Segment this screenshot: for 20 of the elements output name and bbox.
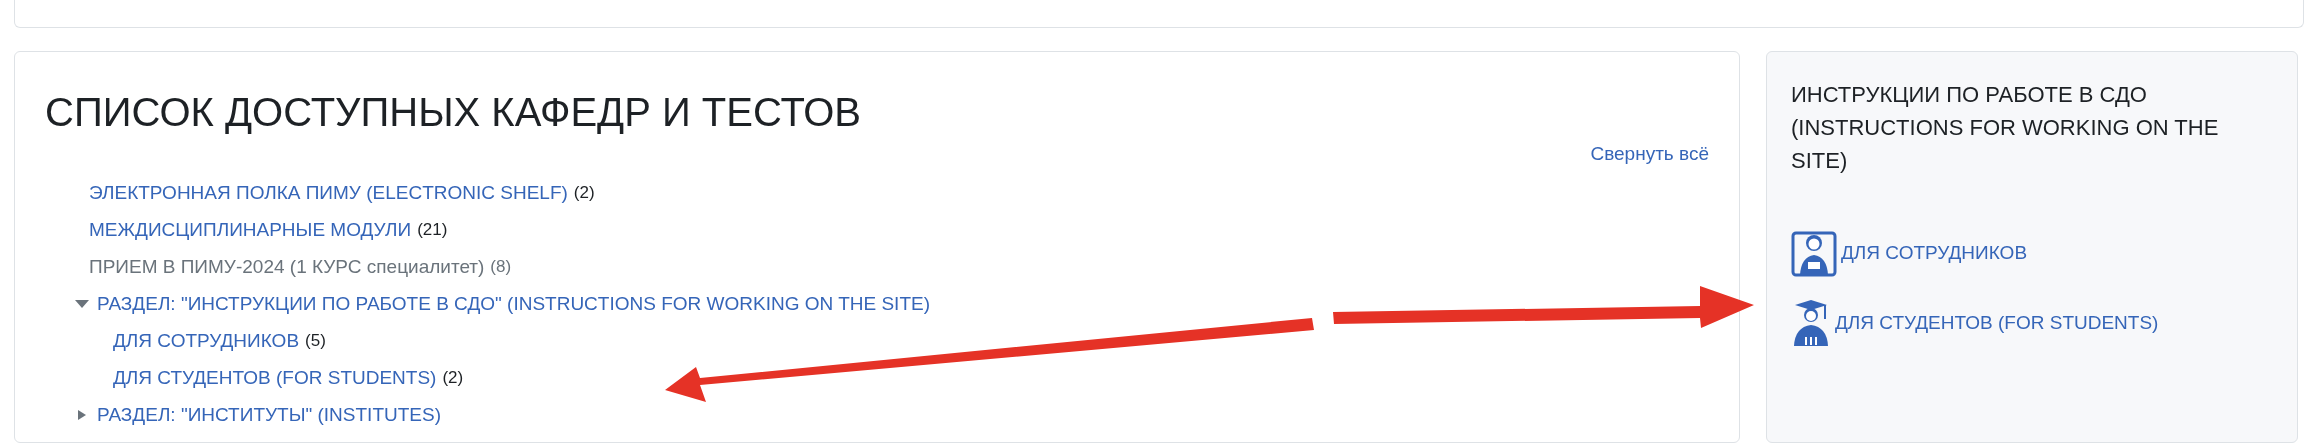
course-count: (2) (442, 367, 464, 390)
category-link[interactable]: ДЛЯ СОТРУДНИКОВ (113, 326, 300, 356)
expanded-icon[interactable] (75, 299, 89, 309)
course-count: (2) (573, 182, 595, 205)
sidebar-link[interactable]: ДЛЯ СТУДЕНТОВ (FOR STUDENTS) (1835, 308, 2159, 338)
course-count: (21) (417, 219, 448, 242)
category-link[interactable]: ПРИЕМ В ПИМУ-2024 (1 КУРС специалитет) (89, 252, 485, 282)
category-link[interactable]: МЕЖДИСЦИПЛИНАРНЫЕ МОДУЛИ (89, 215, 412, 245)
category-link[interactable]: РАЗДЕЛ: "ИНСТРУКЦИИ ПО РАБОТЕ В СДО" (INSTRUCTIONS FOR WORKING ON THE SITE) (97, 289, 930, 319)
block-title: ИНСТРУКЦИИ ПО РАБОТЕ В СДО (INSTRUCTIONS FOR WORKING ON THE SITE) (1791, 81, 2220, 175)
category-link[interactable]: ЭЛЕКТРОННАЯ ПОЛКА ПИМУ (ELECTRONIC SHELF) (89, 178, 568, 208)
collapse-all-link[interactable]: Свернуть всё (1590, 140, 1709, 169)
category-link[interactable]: ДЛЯ СТУДЕНТОВ (FOR STUDENTS) (113, 363, 437, 393)
course-count: (5) (305, 330, 326, 353)
sidebar-link[interactable]: ДЛЯ СОТРУДНИКОВ (1841, 238, 2028, 268)
teacher-icon (1791, 229, 1837, 277)
graduate-icon (1791, 299, 1831, 347)
category-link[interactable]: РАЗДЕЛ: "ИНСТИТУТЫ" (INSTITUTES) (97, 400, 441, 430)
course-count: (8) (490, 256, 512, 279)
page-title: СПИСОК ДОСТУПНЫХ КАФЕДР И ТЕСТОВ (45, 89, 862, 136)
